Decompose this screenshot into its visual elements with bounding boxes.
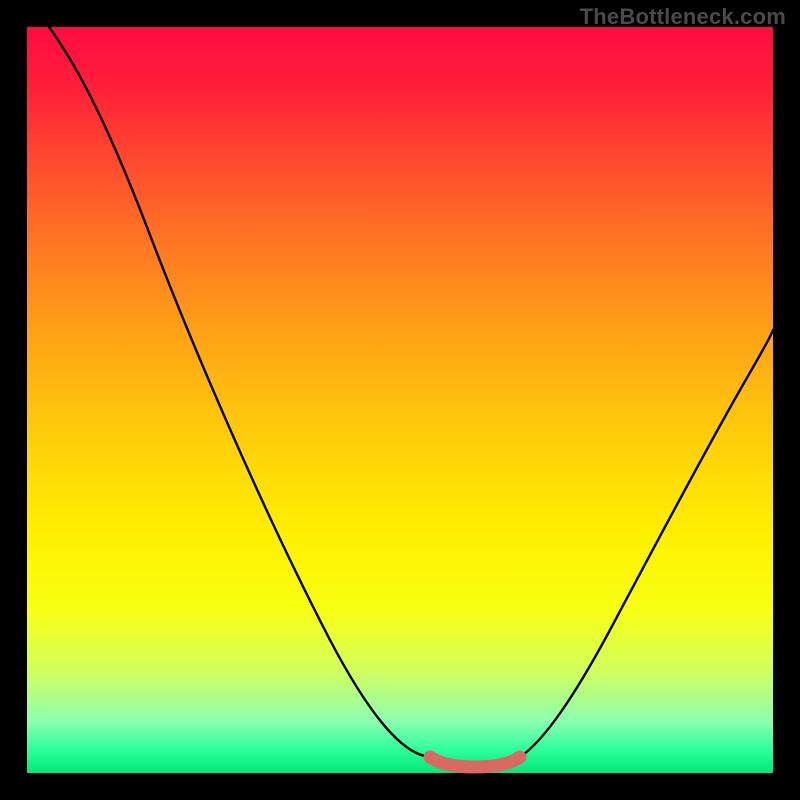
curve-right — [520, 330, 773, 757]
chart-frame: TheBottleneck.com — [0, 0, 800, 800]
curve-left — [49, 27, 430, 757]
flat-band — [430, 757, 520, 767]
watermark-text: TheBottleneck.com — [580, 4, 786, 30]
chart-svg — [0, 0, 800, 800]
